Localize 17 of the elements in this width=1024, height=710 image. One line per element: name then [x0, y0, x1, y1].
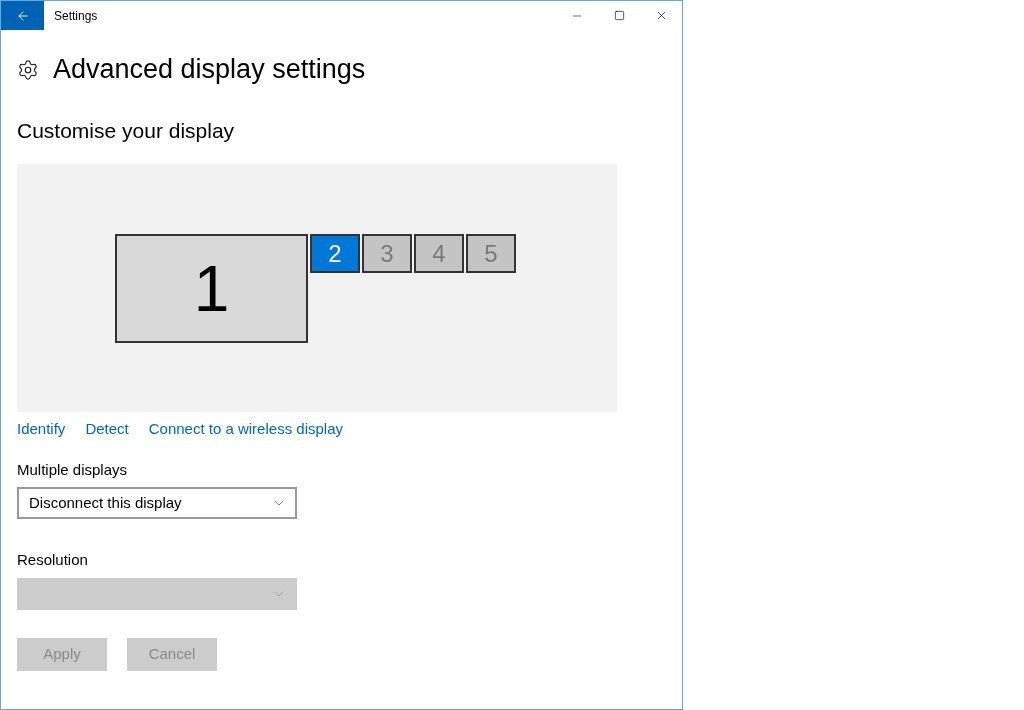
link[interactable]: Connect to a wireless display [148, 418, 343, 441]
link[interactable]: Identify [17, 418, 66, 441]
display-monitor[interactable]: 2 [310, 234, 360, 273]
window-title: Settings [54, 7, 98, 25]
back-button[interactable] [1, 1, 44, 30]
gear-icon [17, 58, 39, 81]
field-label: Resolution [17, 550, 88, 570]
display-monitor[interactable]: 3 [362, 234, 412, 273]
field-label: Multiple displays [17, 459, 128, 480]
display-monitor[interactable]: 1 [115, 234, 308, 343]
link[interactable]: Detect [85, 418, 129, 441]
dropdown[interactable]: Disconnect this display [17, 487, 297, 519]
display-monitor[interactable]: 4 [414, 234, 464, 273]
page-title: Advanced display settings [53, 56, 366, 83]
display-monitor[interactable]: 5 [466, 234, 516, 273]
maximize-icon [613, 10, 625, 21]
section-title: Customise your display [17, 120, 235, 141]
